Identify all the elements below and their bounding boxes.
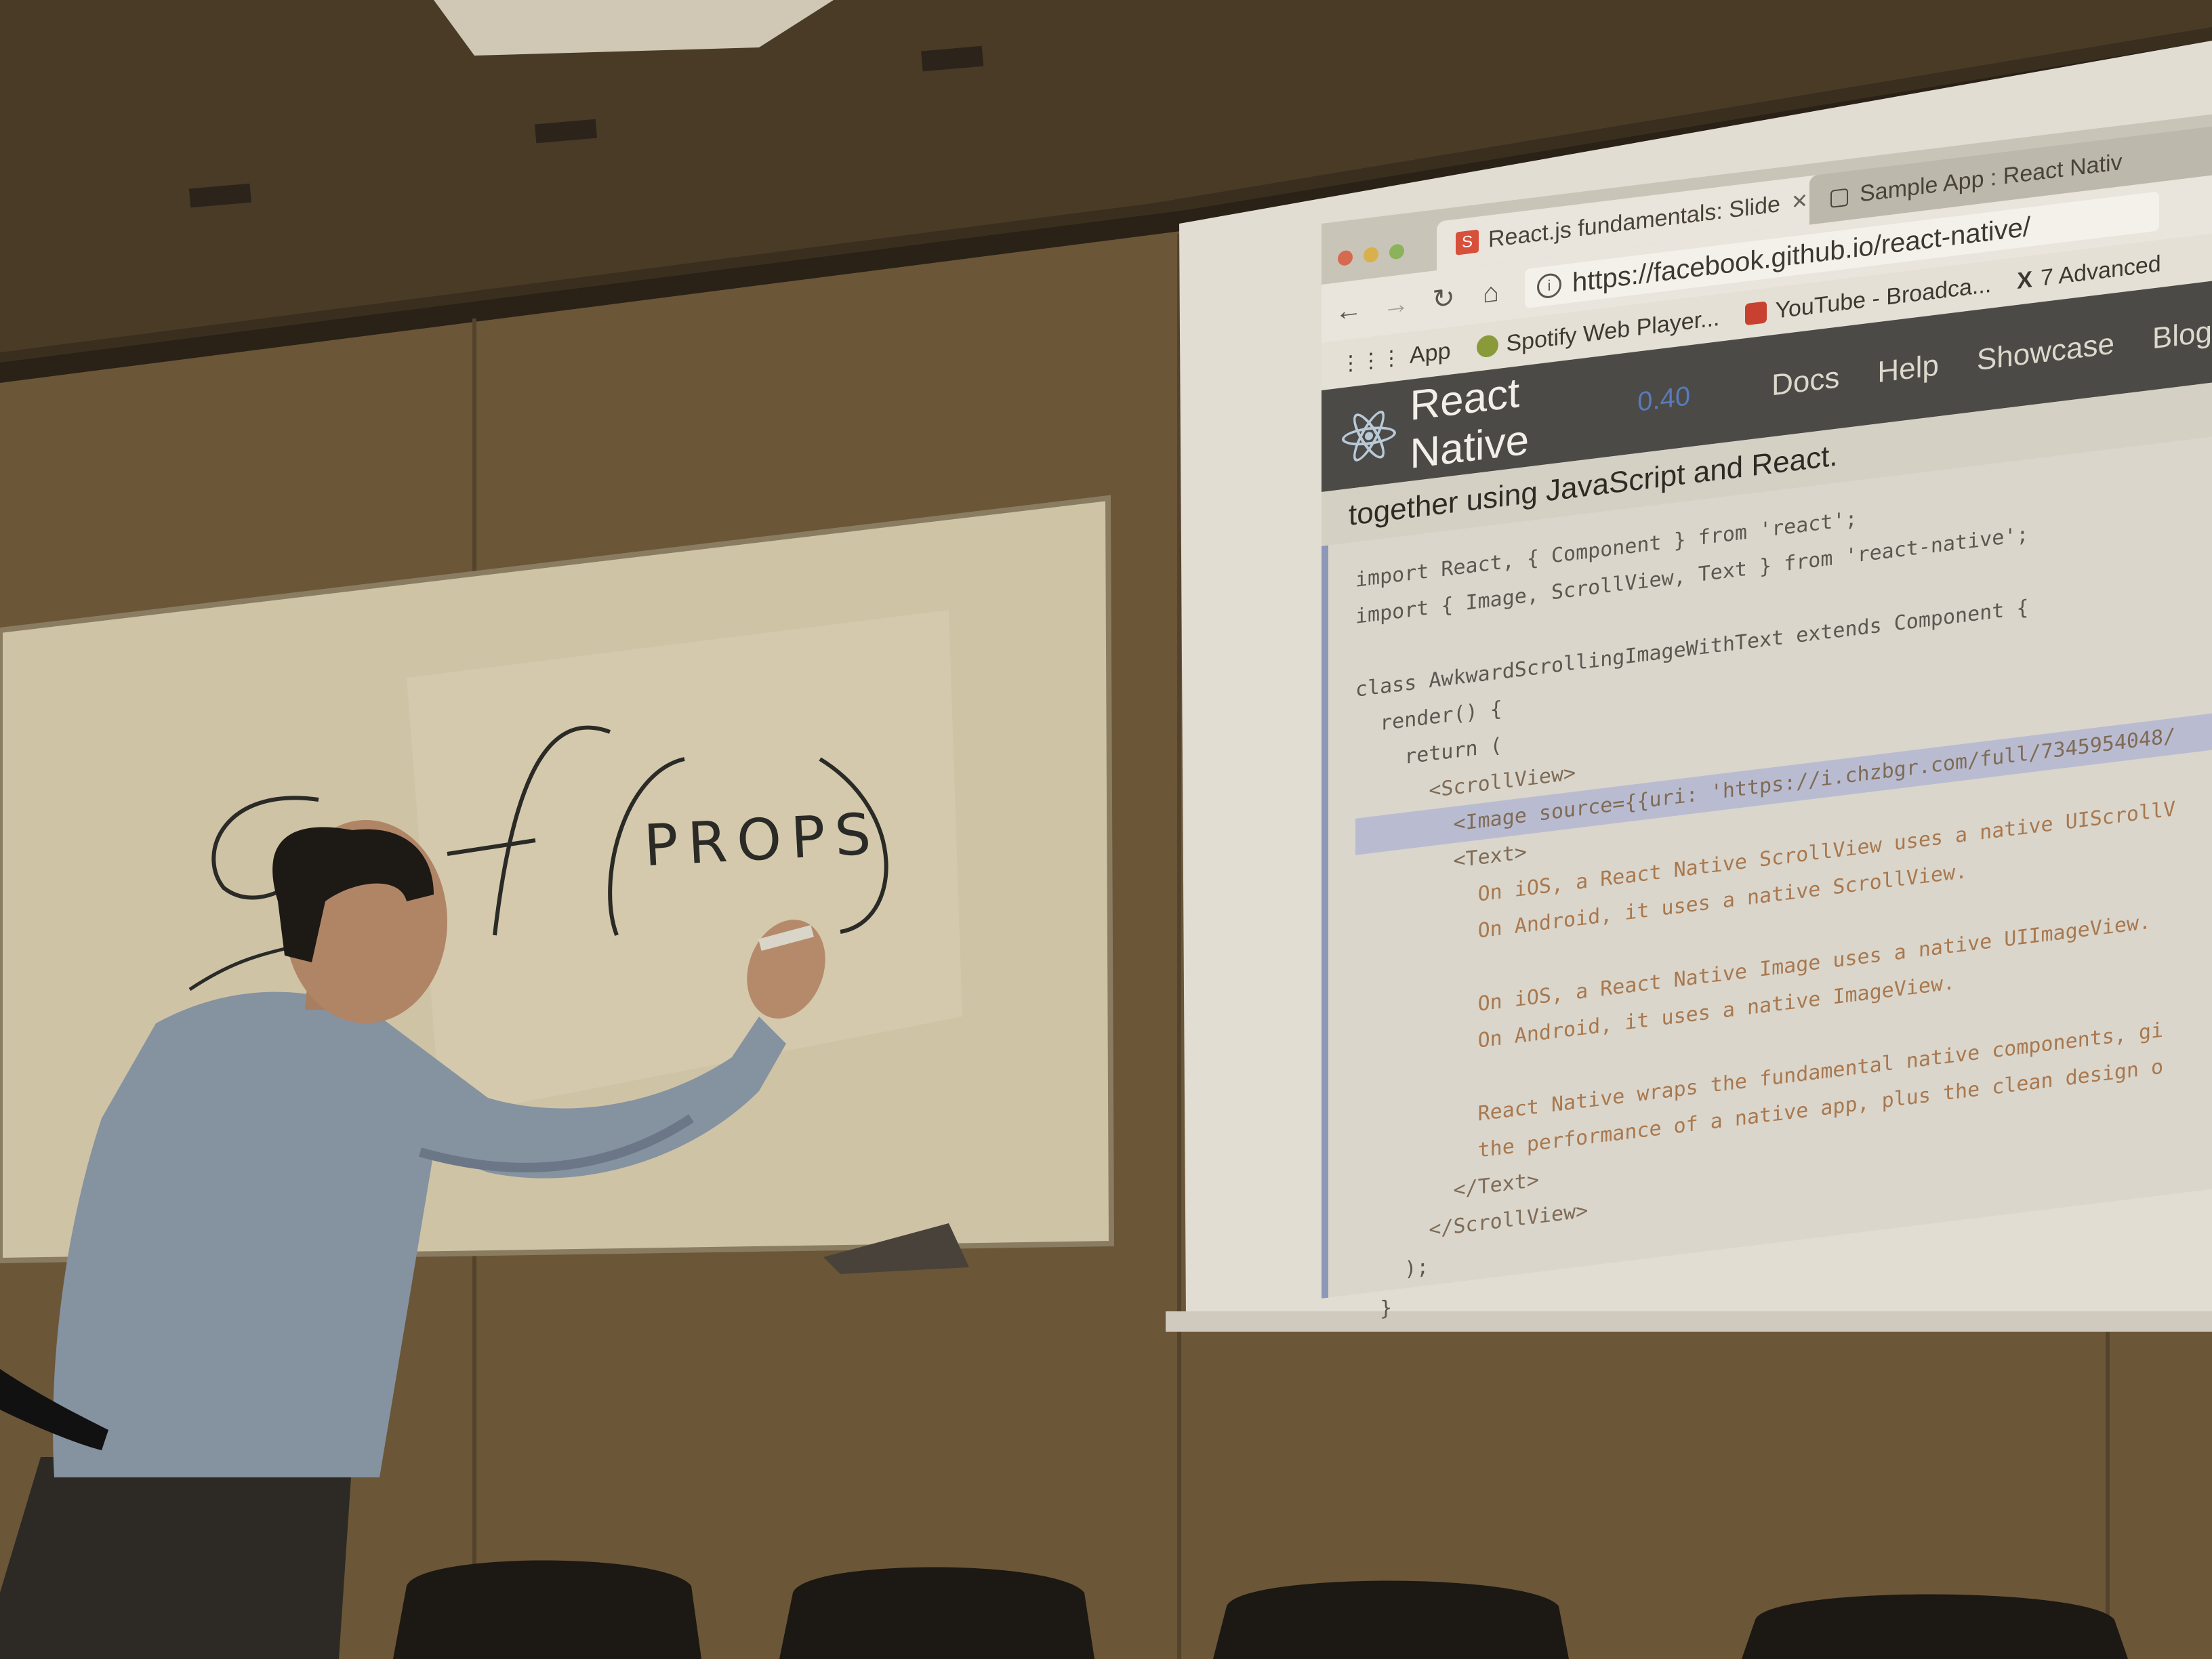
chair: [1213, 1580, 1569, 1659]
chair: [779, 1567, 1094, 1659]
code-block: import React, { Component } from 'react'…: [1322, 436, 2212, 1321]
projected-browser: S React.js fundamentals: Slide ✕ ▢ Sampl…: [1322, 114, 2212, 1321]
slides-favicon-icon: S: [1456, 229, 1479, 255]
minimize-window-icon[interactable]: [1364, 246, 1378, 264]
back-arrow-icon[interactable]: ←: [1335, 293, 1362, 327]
chair: [1742, 1594, 2128, 1659]
home-icon[interactable]: ⌂: [1477, 276, 1504, 310]
reload-icon[interactable]: ↻: [1430, 281, 1457, 316]
version-badge[interactable]: 0.40: [1637, 381, 1690, 418]
chair: [393, 1560, 701, 1659]
nav-blog[interactable]: Blog: [2152, 315, 2212, 356]
presenter-legs: [0, 1457, 352, 1659]
info-icon[interactable]: i: [1537, 272, 1561, 300]
window-controls[interactable]: [1338, 243, 1404, 267]
screen-bottom-bar: [1166, 1311, 2212, 1332]
bookmark-advanced[interactable]: X 7 Advanced: [2017, 250, 2160, 294]
site-nav: Docs Help Showcase Blog: [1771, 315, 2212, 403]
react-atom-icon[interactable]: [1342, 406, 1396, 466]
nav-docs[interactable]: Docs: [1771, 361, 1839, 403]
spotify-icon: [1476, 334, 1498, 359]
forward-arrow-icon[interactable]: →: [1382, 288, 1410, 322]
close-window-icon[interactable]: [1338, 249, 1353, 267]
nav-showcase[interactable]: Showcase: [1977, 327, 2114, 377]
bookmark-label: App: [1410, 337, 1451, 369]
maximize-window-icon[interactable]: [1389, 243, 1404, 260]
close-tab-icon[interactable]: ✕: [1791, 188, 1808, 214]
bookmark-apps[interactable]: ⋮⋮⋮ App: [1340, 337, 1451, 377]
apps-grid-icon: ⋮⋮⋮: [1340, 346, 1401, 376]
page-icon: ▢: [1828, 182, 1851, 211]
whiteboard-text-props: PROPS: [642, 800, 882, 880]
bookmark-label: 7 Advanced: [2040, 250, 2161, 291]
nav-help[interactable]: Help: [1877, 348, 1939, 390]
x-icon: X: [2017, 266, 2032, 294]
youtube-icon: [1745, 301, 1767, 326]
